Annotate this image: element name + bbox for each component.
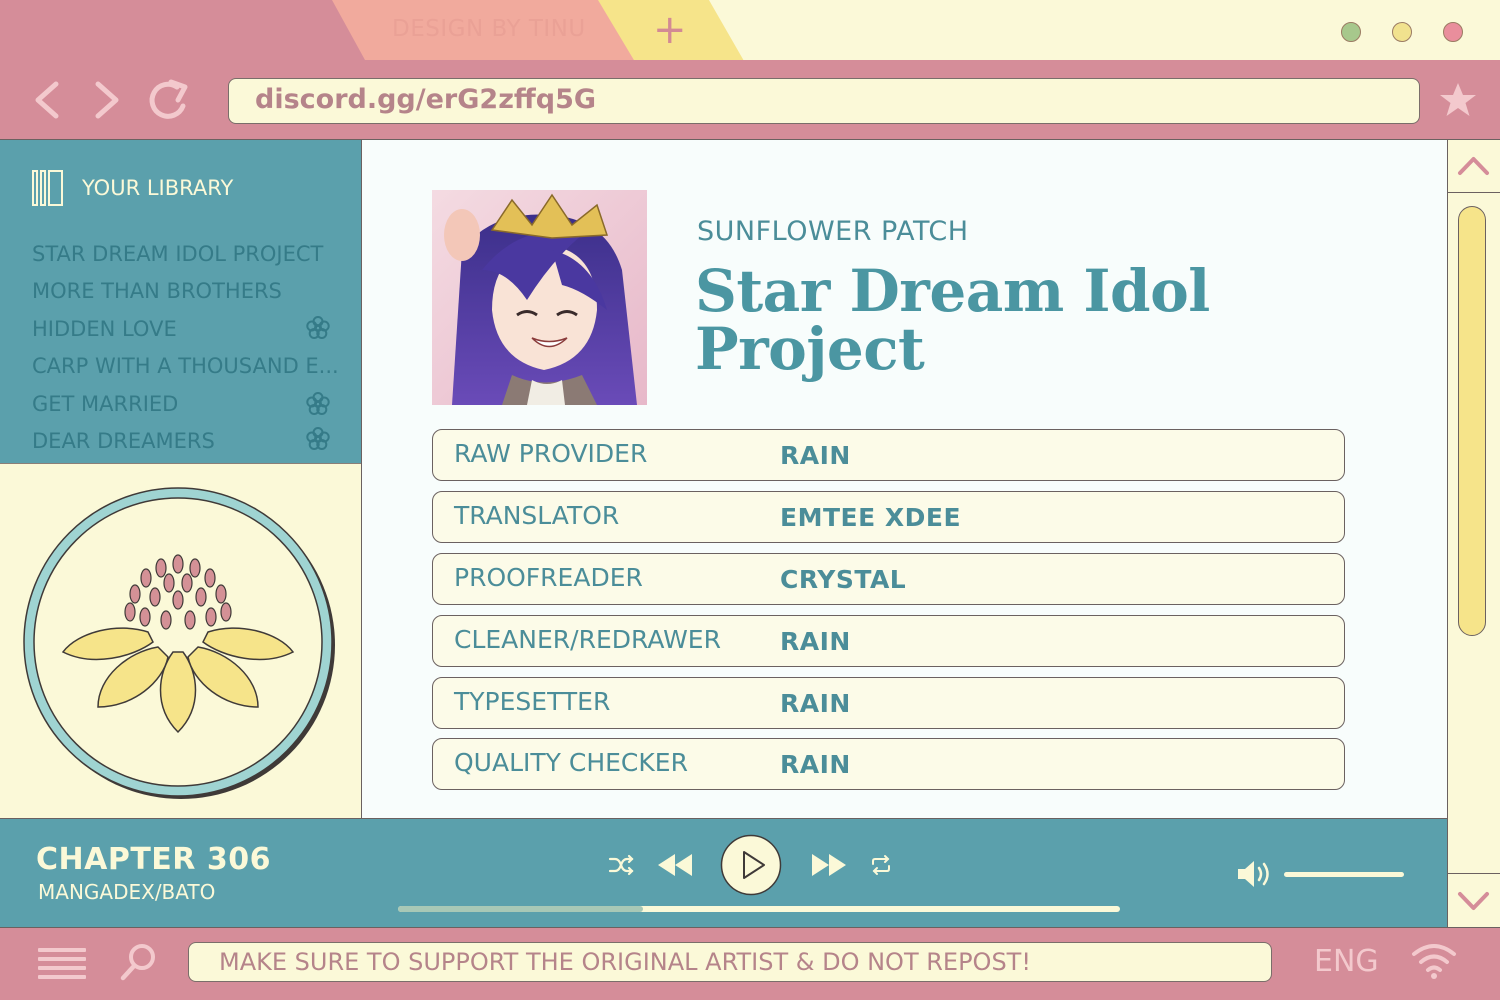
chevron-down-icon <box>1458 892 1489 910</box>
series-title-line: Star Dream Idol <box>695 257 1210 325</box>
library-item[interactable]: GET MARRIED <box>32 392 178 416</box>
library-item[interactable]: MORE THAN BROTHERS <box>32 279 282 303</box>
notice-bar: MAKE SURE TO SUPPORT THE ORIGINAL ARTIST… <box>188 942 1272 982</box>
library-icon <box>32 170 64 210</box>
credit-role: QUALITY CHECKER <box>454 748 688 777</box>
series-title-line: Project <box>695 315 925 383</box>
menu-icon[interactable] <box>38 945 86 979</box>
credit-name: RAIN <box>780 750 851 779</box>
forward-icon <box>95 81 119 119</box>
scroll-up-button[interactable] <box>1447 140 1500 193</box>
credit-name: RAIN <box>780 627 851 656</box>
language-indicator[interactable]: ENG <box>1314 944 1379 979</box>
library-item[interactable]: CARP WITH A THOUSAND E... <box>32 354 339 378</box>
chapter-source: MANGADEX/BATO <box>38 880 216 904</box>
volume-slider[interactable] <box>1284 872 1404 877</box>
progress-fill <box>398 906 644 912</box>
credit-row: PROOFREADER CRYSTAL <box>432 553 1345 605</box>
library-item[interactable]: DEAR DREAMERS <box>32 429 215 453</box>
credit-row: QUALITY CHECKER RAIN <box>432 738 1345 790</box>
tab-active-label: DESIGN BY TINU <box>392 16 586 42</box>
maximize-button[interactable] <box>1392 22 1412 42</box>
flower-icon <box>306 392 330 415</box>
minimize-button[interactable] <box>1341 22 1361 42</box>
library-item[interactable]: HIDDEN LOVE <box>32 317 177 341</box>
back-button[interactable] <box>26 78 66 122</box>
credit-name: CRYSTAL <box>780 565 907 594</box>
credit-row: CLEANER/REDRAWER RAIN <box>432 615 1345 667</box>
credit-row: TYPESETTER RAIN <box>432 677 1345 729</box>
tab-strip-background <box>620 0 1500 60</box>
wifi-icon[interactable] <box>1410 940 1458 980</box>
scrollbar-thumb[interactable] <box>1458 206 1486 636</box>
star-icon <box>1440 83 1476 116</box>
notice-text: MAKE SURE TO SUPPORT THE ORIGINAL ARTIST… <box>219 948 1031 976</box>
chapter-title: CHAPTER 306 <box>36 842 271 877</box>
library-item[interactable]: STAR DREAM IDOL PROJECT <box>32 242 323 266</box>
library-title: YOUR LIBRARY <box>82 176 234 200</box>
bookmark-button[interactable] <box>1438 78 1478 122</box>
rewind-icon[interactable] <box>656 851 694 879</box>
search-icon[interactable] <box>120 942 158 982</box>
fast-forward-icon[interactable] <box>810 851 848 879</box>
credit-role: RAW PROVIDER <box>454 439 648 468</box>
credit-row: RAW PROVIDER RAIN <box>432 429 1345 481</box>
url-text: discord.gg/erG2zffq5G <box>255 84 597 115</box>
chevron-up-icon <box>1458 157 1489 175</box>
volume-icon[interactable] <box>1236 858 1274 890</box>
group-name: SUNFLOWER PATCH <box>697 216 969 247</box>
credit-row: TRANSLATOR EMTEE XDEE <box>432 491 1345 543</box>
credit-role: CLEANER/REDRAWER <box>454 625 721 654</box>
credit-role: TRANSLATOR <box>454 501 620 530</box>
credit-role: PROOFREADER <box>454 563 643 592</box>
close-button[interactable] <box>1443 22 1463 42</box>
repeat-icon[interactable] <box>870 854 892 876</box>
reload-button[interactable] <box>146 78 196 122</box>
url-field[interactable]: discord.gg/erG2zffq5G <box>228 78 1420 124</box>
scroll-down-button[interactable] <box>1447 873 1500 927</box>
credit-name: EMTEE XDEE <box>780 503 962 532</box>
flower-icon <box>306 316 330 339</box>
tab-active[interactable]: DESIGN BY TINU <box>332 0 637 61</box>
play-button[interactable] <box>720 834 782 896</box>
sunflower-logo <box>23 487 335 799</box>
credit-name: RAIN <box>780 689 851 718</box>
shuffle-icon[interactable] <box>608 854 634 876</box>
flower-icon <box>306 427 330 450</box>
credit-name: RAIN <box>780 441 851 470</box>
reload-icon <box>149 79 188 119</box>
series-title: Star Dream Idol Project <box>695 262 1345 378</box>
forward-button[interactable] <box>88 78 128 122</box>
cover-image <box>432 190 647 405</box>
back-icon <box>35 81 59 119</box>
credit-role: TYPESETTER <box>454 687 611 716</box>
plus-icon: + <box>653 7 687 53</box>
